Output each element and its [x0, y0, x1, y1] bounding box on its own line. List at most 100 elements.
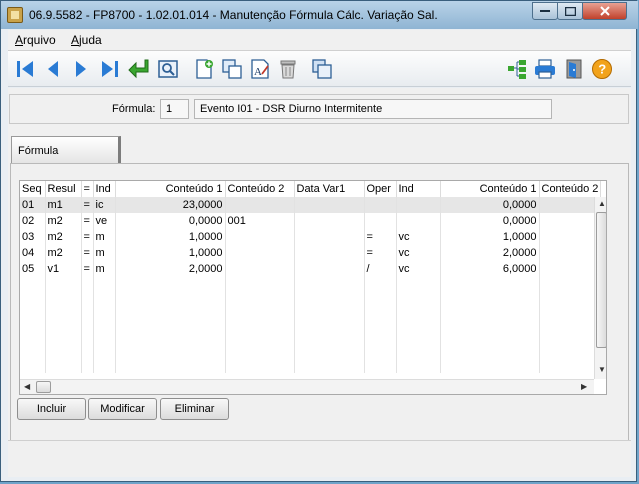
duplicate-button[interactable] [309, 56, 335, 82]
menu-arquivo[interactable]: Arquivo [15, 33, 56, 47]
delete-button[interactable] [275, 56, 301, 82]
table-row[interactable]: 03 m2 = m 1,0000 = vc 1,0000 [20, 229, 602, 245]
table-cell[interactable]: 0,0000 [440, 197, 540, 213]
table-cell[interactable]: v1 [45, 261, 82, 277]
table-cell[interactable]: vc [396, 245, 441, 261]
scroll-right-icon[interactable]: ▶ [581, 382, 587, 392]
table-cell[interactable] [539, 213, 602, 229]
vertical-scroll-thumb[interactable] [596, 212, 606, 348]
table-cell[interactable]: vc [396, 261, 441, 277]
table-row[interactable]: 04 m2 = m 1,0000 = vc 2,0000 [20, 245, 602, 261]
table-cell[interactable] [294, 229, 365, 245]
table-cell[interactable]: m [93, 229, 116, 245]
formula-number-field[interactable]: 1 [160, 99, 189, 119]
vertical-scrollbar[interactable]: ▲ ▼ [594, 197, 606, 379]
table-cell[interactable]: 05 [20, 261, 46, 277]
next-record-button[interactable] [68, 56, 94, 82]
help-button[interactable]: ? [589, 56, 615, 82]
maximize-button[interactable] [557, 2, 583, 20]
last-record-button[interactable] [97, 56, 123, 82]
col-header-seq[interactable]: Seq [20, 181, 46, 197]
table-cell[interactable]: vc [396, 229, 441, 245]
table-cell[interactable]: = [81, 261, 94, 277]
table-cell[interactable]: 23,0000 [115, 197, 226, 213]
table-cell[interactable]: m1 [45, 197, 82, 213]
table-cell[interactable]: 03 [20, 229, 46, 245]
table-cell[interactable] [396, 197, 441, 213]
title-bar[interactable]: 06.9.5582 - FP8700 - 1.02.01.014 - Manut… [1, 1, 638, 29]
add-button[interactable]: Incluir [17, 398, 86, 420]
table-cell[interactable]: 001 [225, 213, 295, 229]
table-row[interactable]: 01 m1 = ic 23,0000 0,0000 [20, 197, 602, 213]
table-cell[interactable]: = [364, 229, 397, 245]
table-cell[interactable]: ic [93, 197, 116, 213]
table-cell[interactable]: 0,0000 [440, 213, 540, 229]
table-cell[interactable] [539, 245, 602, 261]
table-cell[interactable] [294, 213, 365, 229]
table-cell[interactable] [294, 261, 365, 277]
table-cell[interactable]: 2,0000 [115, 261, 226, 277]
tab-formula[interactable]: Fórmula [11, 136, 121, 164]
table-cell[interactable]: m [93, 261, 116, 277]
menu-ajuda[interactable]: Ajuda [71, 33, 102, 47]
table-cell[interactable]: 02 [20, 213, 46, 229]
scroll-left-icon[interactable]: ◀ [24, 382, 30, 392]
table-cell[interactable]: = [81, 229, 94, 245]
table-cell[interactable]: 2,0000 [440, 245, 540, 261]
table-cell[interactable]: / [364, 261, 397, 277]
table-cell[interactable] [225, 229, 295, 245]
table-cell[interactable] [396, 213, 441, 229]
formula-description-field[interactable]: Evento I01 - DSR Diurno Intermitente [194, 99, 552, 119]
table-cell[interactable] [294, 197, 365, 213]
table-cell[interactable]: 0,0000 [115, 213, 226, 229]
table-cell[interactable]: m [93, 245, 116, 261]
col-header-conteudo1[interactable]: Conteúdo 1 [115, 181, 226, 197]
copy-button[interactable] [219, 56, 245, 82]
col-header-ind[interactable]: Ind [93, 181, 116, 197]
col-header-resul[interactable]: Resul [45, 181, 82, 197]
table-cell[interactable] [225, 197, 295, 213]
exit-button[interactable] [561, 56, 587, 82]
table-cell[interactable] [539, 229, 602, 245]
scroll-up-icon[interactable]: ▲ [598, 199, 606, 209]
table-cell[interactable] [225, 245, 295, 261]
col-header-oper[interactable]: Oper [364, 181, 397, 197]
table-row[interactable]: 02 m2 = ve 0,0000 001 0,0000 [20, 213, 602, 229]
close-button[interactable] [582, 2, 627, 20]
goto-button[interactable] [126, 56, 152, 82]
table-cell[interactable]: = [81, 197, 94, 213]
table-cell[interactable] [364, 197, 397, 213]
table-cell[interactable]: m2 [45, 229, 82, 245]
table-cell[interactable]: 1,0000 [440, 229, 540, 245]
table-cell[interactable]: m2 [45, 213, 82, 229]
new-button[interactable] [191, 56, 217, 82]
scroll-down-icon[interactable]: ▼ [598, 365, 606, 375]
col-header-conteudo2[interactable]: Conteúdo 2 [225, 181, 295, 197]
col-header-conteudo1-b[interactable]: Conteúdo 1 [440, 181, 540, 197]
col-header-data-var1[interactable]: Data Var1 [294, 181, 365, 197]
table-cell[interactable] [539, 261, 602, 277]
table-cell[interactable]: 1,0000 [115, 245, 226, 261]
tree-button[interactable] [504, 56, 530, 82]
table-cell[interactable]: 01 [20, 197, 46, 213]
col-header-conteudo2-b[interactable]: Conteúdo 2 [539, 181, 602, 197]
delete-record-button[interactable]: Eliminar [160, 398, 229, 420]
first-record-button[interactable] [12, 56, 38, 82]
col-header-equals[interactable]: = [81, 181, 94, 197]
print-button[interactable] [532, 56, 558, 82]
table-cell[interactable]: 1,0000 [115, 229, 226, 245]
table-cell[interactable] [225, 261, 295, 277]
search-button[interactable] [155, 56, 181, 82]
previous-record-button[interactable] [40, 56, 66, 82]
table-cell[interactable]: = [81, 213, 94, 229]
horizontal-scrollbar[interactable]: ◀ ▶ [20, 379, 594, 394]
table-cell[interactable]: 6,0000 [440, 261, 540, 277]
table-cell[interactable] [294, 245, 365, 261]
table-cell[interactable]: ve [93, 213, 116, 229]
table-cell[interactable] [539, 197, 602, 213]
edit-button[interactable]: A [247, 56, 273, 82]
horizontal-scroll-thumb[interactable] [36, 381, 51, 393]
table-cell[interactable] [364, 213, 397, 229]
minimize-button[interactable] [532, 2, 558, 20]
table-cell[interactable]: = [81, 245, 94, 261]
